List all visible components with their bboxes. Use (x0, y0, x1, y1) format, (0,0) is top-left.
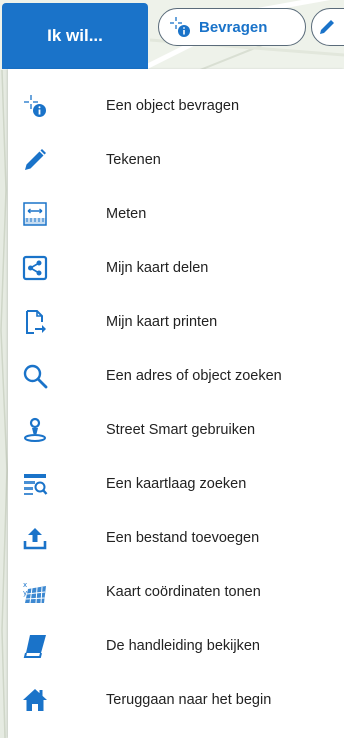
bevragen-label: Bevragen (199, 18, 268, 36)
ik-wil-label: Ik wil... (47, 26, 103, 45)
menu-item-label: Een bestand toevoegen (106, 530, 260, 546)
print-document-icon (21, 308, 49, 336)
menu-item-tekenen[interactable]: Tekenen (8, 135, 344, 185)
menu-item-terug-naar-begin[interactable]: Teruggaan naar het begin (8, 675, 344, 725)
map-coordinates-icon: x y (21, 578, 49, 606)
menu-item-label: Een adres of object zoeken (106, 368, 282, 384)
menu-item-label: De handleiding bekijken (106, 638, 260, 654)
menu-item-kaart-printen[interactable]: Mijn kaart printen (8, 297, 344, 347)
layer-search-icon (21, 470, 49, 498)
map-edge (0, 70, 8, 738)
svg-text:y: y (23, 589, 27, 597)
pencil-icon (21, 146, 49, 174)
menu-item-label: Tekenen (106, 152, 161, 168)
ik-wil-menu: Een object bevragen Tekenen Meten Mijn k… (8, 69, 344, 738)
book-icon (21, 632, 49, 660)
info-crosshair-icon (169, 16, 191, 38)
app-viewport: Ik wil... Bevragen Een object bevragen T… (0, 0, 344, 738)
menu-item-label: Meten (106, 206, 147, 222)
menu-item-kaartlaag-zoeken[interactable]: Een kaartlaag zoeken (8, 459, 344, 509)
svg-text:x: x (23, 581, 27, 589)
menu-item-label: Teruggaan naar het begin (106, 692, 272, 708)
pencil-icon (316, 16, 338, 38)
menu-item-label: Een kaartlaag zoeken (106, 476, 247, 492)
street-view-icon (21, 416, 49, 444)
menu-item-label: Kaart coördinaten tonen (106, 584, 261, 600)
ik-wil-button[interactable]: Ik wil... (2, 3, 148, 69)
info-crosshair-icon (21, 92, 49, 120)
share-icon (21, 254, 49, 282)
menu-item-kaart-delen[interactable]: Mijn kaart delen (8, 243, 344, 293)
menu-item-label: Street Smart gebruiken (106, 422, 256, 438)
menu-item-label: Mijn kaart delen (106, 260, 209, 276)
menu-item-street-smart[interactable]: Street Smart gebruiken (8, 405, 344, 455)
search-icon (21, 362, 49, 390)
menu-item-label: Mijn kaart printen (106, 314, 218, 330)
menu-item-bestand-toevoegen[interactable]: Een bestand toevoegen (8, 513, 344, 563)
draw-tool-button[interactable] (311, 8, 344, 46)
menu-item-object-bevragen[interactable]: Een object bevragen (8, 81, 344, 131)
bevragen-tool-button[interactable]: Bevragen (158, 8, 306, 46)
menu-item-coordinaten-tonen[interactable]: x y Kaart coördinaten tonen (8, 567, 344, 617)
home-icon (21, 686, 49, 714)
ruler-icon (21, 200, 49, 228)
menu-item-adres-zoeken[interactable]: Een adres of object zoeken (8, 351, 344, 401)
menu-item-handleiding[interactable]: De handleiding bekijken (8, 621, 344, 671)
menu-item-meten[interactable]: Meten (8, 189, 344, 239)
menu-item-label: Een object bevragen (106, 98, 240, 114)
upload-icon (21, 524, 49, 552)
